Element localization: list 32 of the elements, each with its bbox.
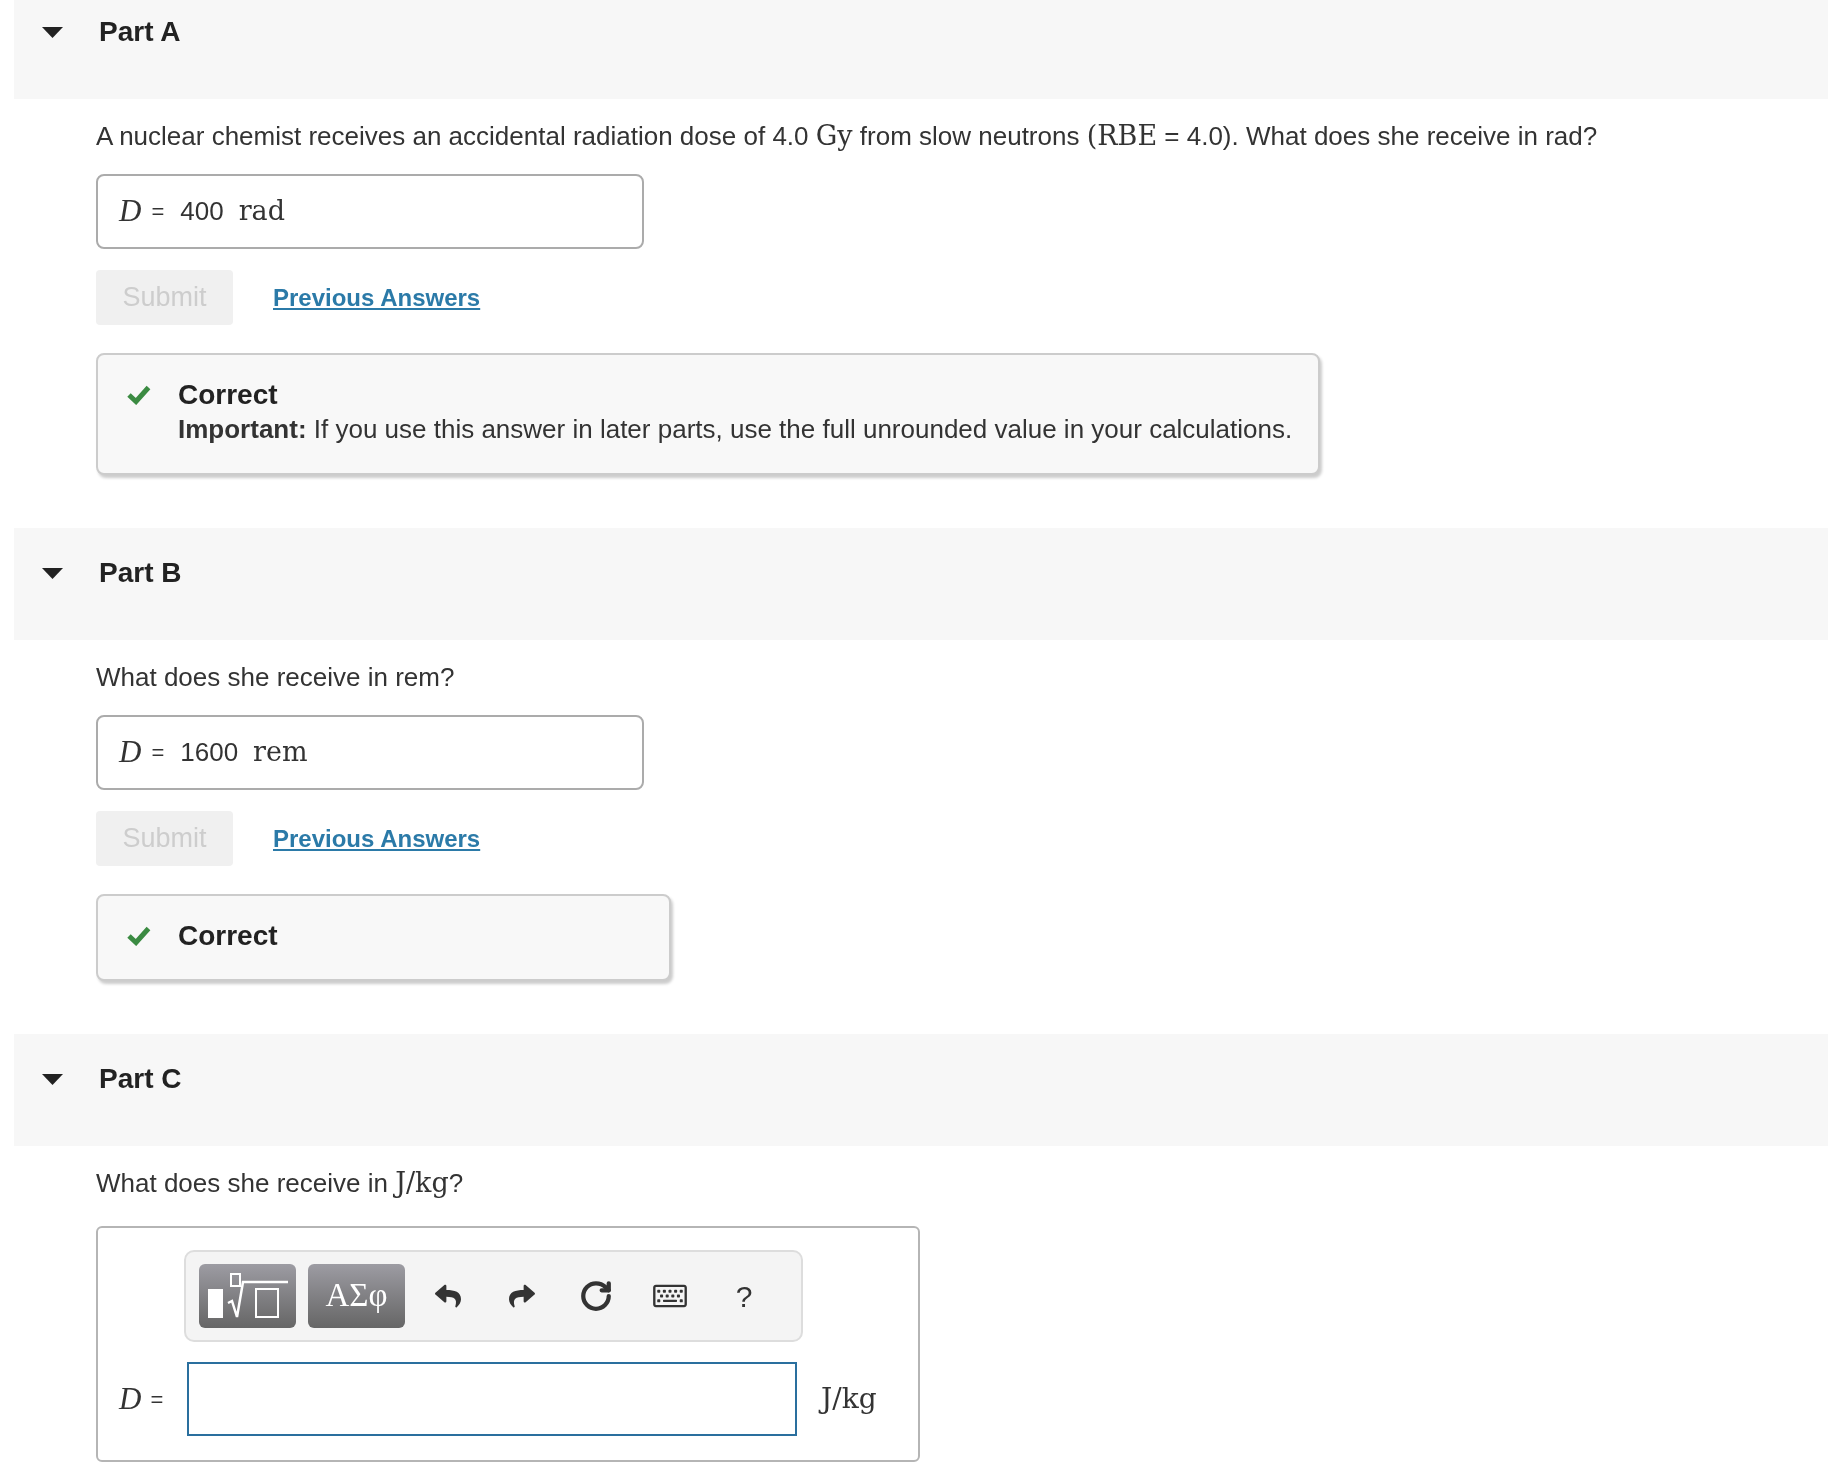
part-title[interactable]: Part A: [99, 16, 181, 48]
answer-value: 1600: [180, 736, 239, 769]
radical-template-icon: [207, 1272, 288, 1320]
unit-label: rem: [253, 735, 308, 770]
triangle-icon[interactable]: [42, 26, 63, 38]
question-text: What does she receive in rem?: [96, 661, 455, 694]
part-title[interactable]: Part B: [99, 557, 182, 589]
feedback-title: Correct: [178, 919, 278, 953]
triangle-icon[interactable]: [42, 567, 63, 579]
equals-sign: =: [151, 198, 165, 226]
redo-icon: [508, 1283, 536, 1309]
answer-input[interactable]: [187, 1362, 797, 1436]
equals-sign: =: [151, 739, 165, 767]
unit-label: rad: [238, 194, 285, 229]
feedback-title: Correct: [178, 378, 278, 412]
equals-sign: =: [150, 1385, 164, 1414]
answer-value: 400: [180, 195, 224, 228]
undo-icon: [434, 1283, 462, 1309]
triangle-icon[interactable]: [42, 1073, 63, 1085]
templates-button[interactable]: [199, 1264, 296, 1328]
variable-symbol: D: [119, 733, 142, 772]
question-text: A nuclear chemist receives an accidental radiation dose of 4.0 Gy from slow neutrons (RBE = 4.0). What does she receive in rad?: [96, 119, 1598, 153]
previous-answers-link[interactable]: Previous Answers: [273, 820, 481, 857]
help-button[interactable]: ?: [713, 1268, 775, 1324]
feedback-message: Important: If you use this answer in later parts, use the full unrounded value in your calculations.: [178, 413, 1293, 446]
question-text: What does she receive in J/kg?: [96, 1166, 464, 1200]
part-title[interactable]: Part C: [99, 1063, 182, 1095]
previous-answers-link[interactable]: Previous Answers: [273, 279, 481, 316]
circular-arrow-icon: [579, 1279, 613, 1313]
variable-symbol: D: [119, 1379, 142, 1418]
variable-symbol: D: [119, 192, 142, 231]
symbols-button[interactable]: ΑΣφ: [308, 1264, 405, 1328]
